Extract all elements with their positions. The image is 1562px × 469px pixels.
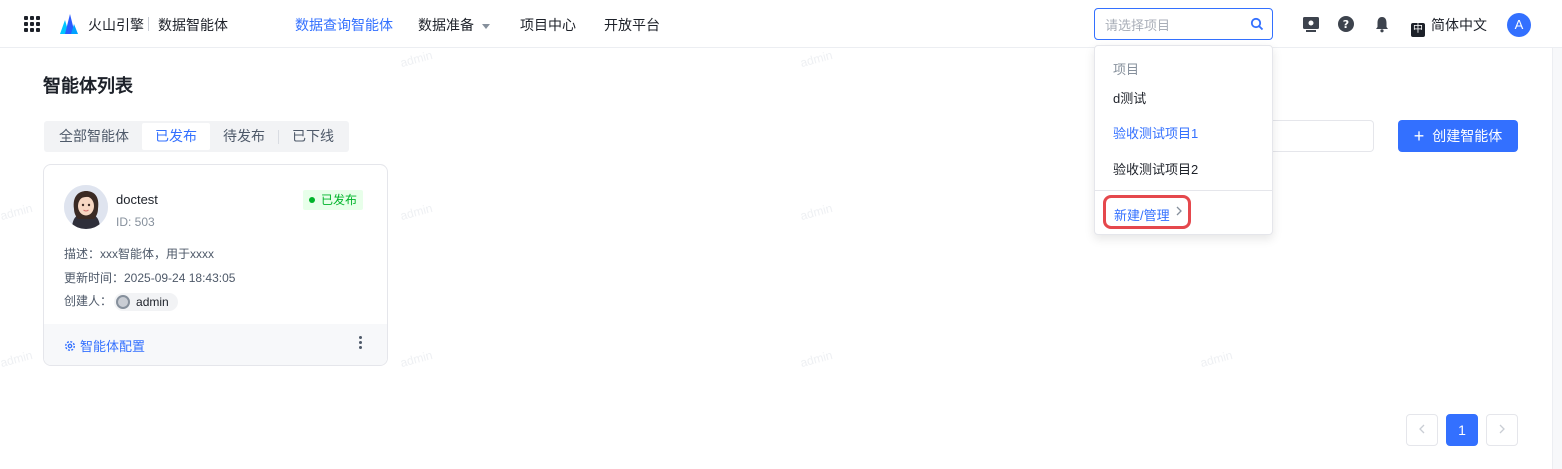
agent-card[interactable]: doctest ID: 503 已发布 描述：xxx智能体，用于xxxx 更新时… bbox=[43, 164, 388, 366]
agent-name[interactable]: doctest bbox=[116, 192, 158, 207]
watermark-text: admin bbox=[1198, 348, 1234, 370]
create-agent-button[interactable]: + 创建智能体 bbox=[1398, 120, 1518, 152]
watermark-text: admin bbox=[798, 48, 834, 70]
tab-published[interactable]: 已发布 bbox=[142, 123, 210, 150]
new-manage-highlight: 新建/管理 bbox=[1103, 195, 1191, 229]
help-icon[interactable]: ? bbox=[1337, 15, 1355, 33]
gear-icon bbox=[64, 340, 76, 352]
watermark-text: admin bbox=[398, 201, 434, 223]
next-page-button[interactable] bbox=[1486, 414, 1518, 446]
volcano-logo-icon bbox=[60, 14, 78, 34]
language-label: 简体中文 bbox=[1431, 17, 1487, 33]
agent-description: 描述：xxx智能体，用于xxxx bbox=[64, 247, 215, 261]
chevron-left-icon bbox=[1419, 424, 1425, 434]
tab-pending[interactable]: 待发布 bbox=[210, 123, 278, 150]
tab-offline[interactable]: 已下线 bbox=[279, 123, 347, 150]
nav-open-platform[interactable]: 开放平台 bbox=[604, 15, 660, 35]
agent-avatar bbox=[64, 185, 108, 229]
agent-search-input[interactable] bbox=[1270, 120, 1374, 152]
plus-icon: + bbox=[1413, 126, 1425, 146]
prev-page-button[interactable] bbox=[1406, 414, 1438, 446]
agent-id: ID: 503 bbox=[116, 215, 155, 229]
apps-grid-icon[interactable] bbox=[24, 16, 40, 32]
search-icon[interactable] bbox=[1250, 17, 1264, 31]
nav-data-query-agent[interactable]: 数据查询智能体 bbox=[295, 15, 393, 35]
project-option-selected[interactable]: 验收测试项目1 bbox=[1113, 123, 1198, 142]
brand-name: 火山引擎 bbox=[88, 17, 144, 33]
creator-chip: admin bbox=[114, 292, 178, 311]
project-option[interactable]: 验收测试项目2 bbox=[1113, 159, 1198, 178]
status-dot-icon bbox=[308, 197, 315, 203]
watermark-text: admin bbox=[0, 348, 34, 370]
nav-project-center[interactable]: 项目中心 bbox=[520, 15, 576, 35]
brand-separator bbox=[148, 17, 149, 31]
screen-record-icon[interactable] bbox=[1302, 15, 1320, 33]
agent-creator: 创建人： admin bbox=[64, 292, 178, 311]
watermark-text: admin bbox=[798, 201, 834, 223]
creator-avatar-icon bbox=[116, 294, 131, 309]
new-manage-link[interactable]: 新建/管理 bbox=[1114, 205, 1170, 224]
project-option[interactable]: d测试 bbox=[1113, 88, 1146, 107]
agent-updated-time: 更新时间：2025-09-24 18:43:05 bbox=[64, 271, 236, 285]
watermark-text: admin bbox=[398, 48, 434, 70]
watermark-text: admin bbox=[398, 348, 434, 370]
project-select[interactable] bbox=[1094, 8, 1273, 40]
bell-icon[interactable] bbox=[1373, 15, 1391, 33]
status-badge: 已发布 bbox=[302, 190, 363, 210]
svg-text:?: ? bbox=[1343, 18, 1349, 31]
language-badge: 中 bbox=[1411, 23, 1425, 37]
chevron-right-icon bbox=[1176, 206, 1182, 216]
more-options-icon[interactable] bbox=[359, 336, 363, 352]
project-search-input[interactable] bbox=[1105, 16, 1245, 34]
nav-data-prep[interactable]: 数据准备 bbox=[418, 15, 490, 35]
agent-config-link[interactable]: 智能体配置 bbox=[64, 336, 145, 355]
chevron-right-icon bbox=[1499, 424, 1505, 434]
dropdown-divider bbox=[1095, 190, 1272, 191]
page-scrollbar[interactable] bbox=[1552, 48, 1562, 469]
project-dropdown: 项目 d测试 验收测试项目1 验收测试项目2 新建/管理 bbox=[1094, 45, 1273, 235]
top-nav-bar: 火山引擎 数据智能体 数据查询智能体 数据准备 项目中心 开放平台 ? 中简体中… bbox=[0, 0, 1562, 48]
creator-label: 创建人： bbox=[64, 294, 113, 308]
watermark-text: admin bbox=[798, 348, 834, 370]
language-switcher[interactable]: 中简体中文 bbox=[1411, 15, 1487, 37]
user-avatar[interactable]: A bbox=[1507, 13, 1531, 37]
page-number-button[interactable]: 1 bbox=[1446, 414, 1478, 446]
card-footer: 智能体配置 bbox=[44, 324, 387, 365]
caret-down-icon bbox=[482, 23, 490, 29]
page-title: 智能体列表 bbox=[43, 76, 133, 96]
status-tabs: 全部智能体 已发布 待发布 已下线 bbox=[44, 121, 349, 152]
product-name: 数据智能体 bbox=[158, 17, 228, 33]
dropdown-group-label: 项目 bbox=[1113, 62, 1140, 77]
tab-all-agents[interactable]: 全部智能体 bbox=[46, 123, 142, 150]
watermark-text: admin bbox=[0, 201, 34, 223]
